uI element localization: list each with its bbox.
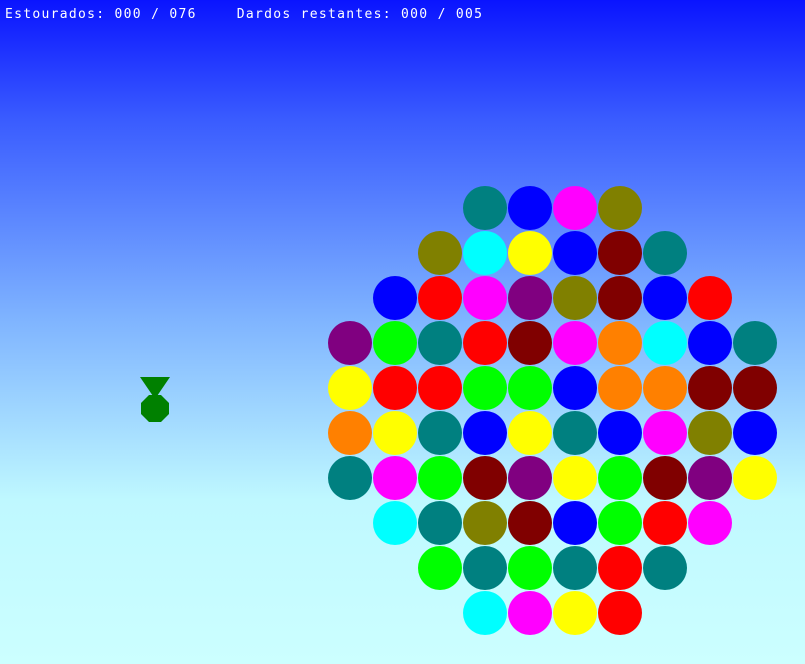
balloon[interactable] xyxy=(688,321,732,365)
dart-launcher-icon[interactable] xyxy=(138,377,172,423)
balloon[interactable] xyxy=(508,276,552,320)
balloon[interactable] xyxy=(418,456,462,500)
balloon[interactable] xyxy=(733,411,777,455)
balloon[interactable] xyxy=(463,231,507,275)
balloon[interactable] xyxy=(643,231,687,275)
balloon[interactable] xyxy=(733,321,777,365)
balloon[interactable] xyxy=(418,276,462,320)
balloon[interactable] xyxy=(463,591,507,635)
balloon[interactable] xyxy=(553,456,597,500)
balloon[interactable] xyxy=(598,411,642,455)
balloon[interactable] xyxy=(463,321,507,365)
balloon[interactable] xyxy=(688,366,732,410)
balloon[interactable] xyxy=(328,366,372,410)
balloon[interactable] xyxy=(553,366,597,410)
balloon[interactable] xyxy=(688,501,732,545)
balloon[interactable] xyxy=(643,546,687,590)
balloon[interactable] xyxy=(418,366,462,410)
balloon[interactable] xyxy=(553,321,597,365)
balloon[interactable] xyxy=(508,411,552,455)
balloon[interactable] xyxy=(328,321,372,365)
balloon[interactable] xyxy=(688,276,732,320)
balloon[interactable] xyxy=(553,501,597,545)
balloon[interactable] xyxy=(508,591,552,635)
balloon[interactable] xyxy=(418,546,462,590)
balloon[interactable] xyxy=(463,276,507,320)
balloon[interactable] xyxy=(688,411,732,455)
balloon[interactable] xyxy=(328,456,372,500)
balloon[interactable] xyxy=(643,411,687,455)
balloon[interactable] xyxy=(643,276,687,320)
balloon[interactable] xyxy=(508,231,552,275)
balloon[interactable] xyxy=(508,366,552,410)
balloon[interactable] xyxy=(418,321,462,365)
balloon[interactable] xyxy=(643,456,687,500)
balloon[interactable] xyxy=(463,411,507,455)
balloon[interactable] xyxy=(733,366,777,410)
balloon[interactable] xyxy=(553,276,597,320)
balloon[interactable] xyxy=(598,276,642,320)
balloon[interactable] xyxy=(553,546,597,590)
balloon[interactable] xyxy=(598,591,642,635)
balloon[interactable] xyxy=(508,546,552,590)
balloon[interactable] xyxy=(373,276,417,320)
balloon[interactable] xyxy=(598,231,642,275)
balloon[interactable] xyxy=(463,456,507,500)
balloon[interactable] xyxy=(463,366,507,410)
balloon[interactable] xyxy=(553,411,597,455)
balloon[interactable] xyxy=(553,186,597,230)
balloon-board[interactable] xyxy=(0,0,805,664)
balloon[interactable] xyxy=(373,366,417,410)
balloon[interactable] xyxy=(373,321,417,365)
balloon[interactable] xyxy=(688,456,732,500)
balloon[interactable] xyxy=(373,411,417,455)
balloon[interactable] xyxy=(508,186,552,230)
balloon[interactable] xyxy=(508,321,552,365)
balloon[interactable] xyxy=(463,186,507,230)
balloon[interactable] xyxy=(508,501,552,545)
balloon[interactable] xyxy=(598,546,642,590)
balloon[interactable] xyxy=(598,321,642,365)
balloon[interactable] xyxy=(508,456,552,500)
balloon[interactable] xyxy=(643,501,687,545)
balloon[interactable] xyxy=(418,411,462,455)
balloon[interactable] xyxy=(373,456,417,500)
balloon[interactable] xyxy=(463,546,507,590)
balloon[interactable] xyxy=(733,456,777,500)
balloon[interactable] xyxy=(643,321,687,365)
balloon[interactable] xyxy=(418,231,462,275)
balloon[interactable] xyxy=(553,591,597,635)
balloon[interactable] xyxy=(373,501,417,545)
balloon[interactable] xyxy=(328,411,372,455)
balloon[interactable] xyxy=(598,456,642,500)
balloon[interactable] xyxy=(463,501,507,545)
balloon[interactable] xyxy=(598,501,642,545)
launcher-body xyxy=(141,395,169,422)
balloon[interactable] xyxy=(598,186,642,230)
balloon[interactable] xyxy=(643,366,687,410)
balloon[interactable] xyxy=(418,501,462,545)
balloon[interactable] xyxy=(553,231,597,275)
balloon[interactable] xyxy=(598,366,642,410)
